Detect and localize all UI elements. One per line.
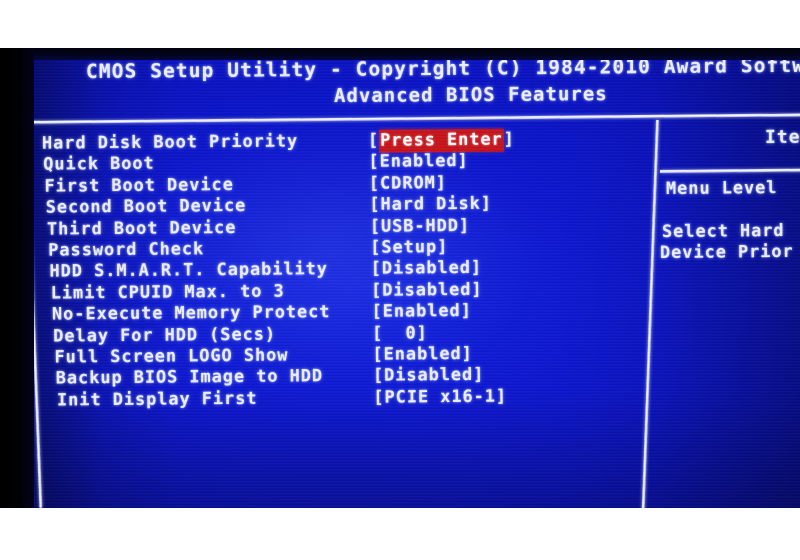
menu-item-label: HDD S.M.A.R.T. Capability <box>49 259 328 282</box>
menu-item-value[interactable]: [Press Enter] <box>367 128 515 153</box>
menu-item-label: Third Boot Device <box>46 217 237 240</box>
menu-item-label: Limit CPUID Max. to 3 <box>50 281 285 304</box>
help-text-line-1: Select Hard <box>661 220 785 242</box>
menu-item-label: Delay For HDD (Secs) <box>53 324 277 347</box>
bios-screenshot: CMOS Setup Utility - Copyright (C) 1984-… <box>0 0 800 560</box>
menu-item-label: Full Screen LOGO Show <box>54 345 289 368</box>
menu-item-label: Quick Boot <box>43 154 155 176</box>
menu-item-label: No-Execute Memory Protect <box>51 302 331 325</box>
photo-margin-top <box>0 0 800 48</box>
menu-item-value[interactable]: [Enabled] <box>371 301 471 322</box>
menu-item-label: Second Boot Device <box>45 196 247 218</box>
help-menu-level-label: Menu Level <box>665 178 778 199</box>
menu-item-value[interactable]: [Disabled] <box>373 365 485 386</box>
help-panel-title: Item <box>764 126 800 148</box>
help-text-line-2: Device Prior <box>659 241 794 263</box>
menu-row[interactable]: Init Display First [PCIE x16-1] <box>0 385 640 412</box>
menu-item-value[interactable]: [Enabled] <box>372 344 472 365</box>
menu-item-value[interactable]: [PCIE x16-1] <box>373 386 507 407</box>
photo-margin-bottom <box>0 508 800 560</box>
menu-item-value[interactable]: [Setup] <box>370 237 448 258</box>
menu-item-value[interactable]: [Hard Disk] <box>369 194 492 215</box>
menu-item-value[interactable]: [Enabled] <box>368 151 468 172</box>
menu-item-value[interactable]: [Disabled] <box>371 280 483 301</box>
menu-item-value[interactable]: [Disabled] <box>371 258 483 279</box>
menu-item-value[interactable]: [USB-HDD] <box>370 215 470 236</box>
menu-item-label: Hard Disk Boot Priority <box>41 131 299 154</box>
menu-item-label: Init Display First <box>56 388 258 411</box>
menu-item-label: Password Check <box>48 239 205 261</box>
selected-value-highlight: Press Enter <box>379 128 504 153</box>
monitor-bezel-left-dark <box>0 48 34 510</box>
value-bracket-close: ] <box>503 129 515 150</box>
menu-item-value[interactable]: [ 0] <box>372 323 428 343</box>
bios-menu-list: Hard Disk Boot Priority [Press Enter] Quic… <box>0 0 660 460</box>
menu-item-label: Backup BIOS Image to HDD <box>55 366 324 389</box>
menu-item-value[interactable]: [CDROM] <box>369 173 447 194</box>
menu-item-label: First Boot Device <box>44 174 234 197</box>
value-bracket-open: [ <box>367 130 380 151</box>
